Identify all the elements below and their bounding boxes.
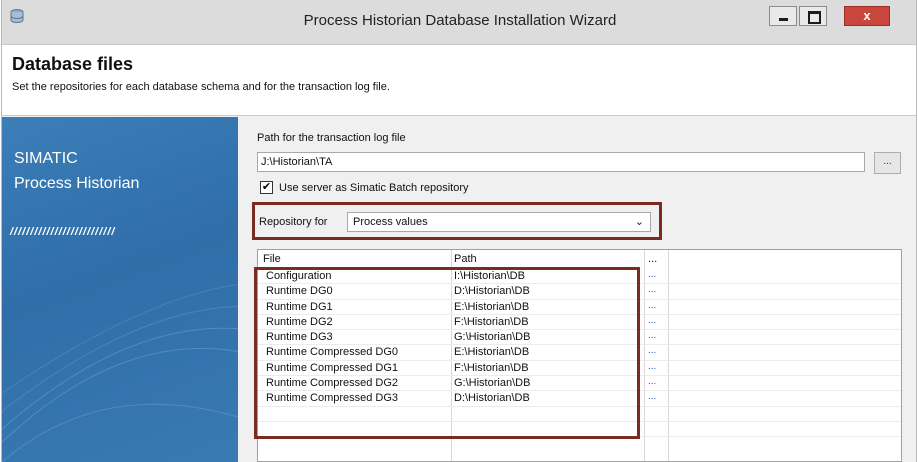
minimize-button[interactable] xyxy=(769,6,797,26)
browse-link[interactable]: ... xyxy=(648,300,656,311)
database-icon xyxy=(10,9,24,23)
column-header-file[interactable]: File xyxy=(263,253,281,265)
page-title: Database files xyxy=(12,54,134,74)
log-path-input[interactable]: J:\Historian\TA xyxy=(257,152,865,172)
repository-select-value: Process values xyxy=(353,216,428,228)
repository-label: Repository for xyxy=(259,216,328,228)
installation-wizard-window: Process Historian Database Installation … xyxy=(1,0,917,462)
brand-stripes: ////////////////////////// xyxy=(10,226,116,238)
maximize-icon xyxy=(808,11,821,24)
column-header-action[interactable]: ... xyxy=(648,253,657,265)
browse-link[interactable]: ... xyxy=(648,391,656,402)
maximize-button[interactable] xyxy=(799,6,827,26)
chevron-down-icon[interactable]: ⌄ xyxy=(635,213,644,231)
brand-background-curves xyxy=(2,283,238,462)
brand-product-name: Process Historian xyxy=(14,175,140,192)
repository-select[interactable]: Process values ⌄ xyxy=(347,212,651,232)
minimize-icon xyxy=(779,18,788,21)
batch-repository-label: Use server as Simatic Batch repository xyxy=(279,182,469,194)
wizard-header: Database files Set the repositories for … xyxy=(2,45,916,116)
log-path-label: Path for the transaction log file xyxy=(257,132,406,144)
page-subtitle: Set the repositories for each database s… xyxy=(12,81,390,93)
browse-button[interactable]: ... xyxy=(874,152,901,174)
browse-link[interactable]: ... xyxy=(648,315,656,326)
brand-simatic: SIMATIC xyxy=(14,150,78,167)
browse-link[interactable]: ... xyxy=(648,269,656,280)
browse-link[interactable]: ... xyxy=(648,330,656,341)
brand-panel: SIMATIC Process Historian //////////////… xyxy=(2,117,238,462)
close-icon: x xyxy=(863,8,871,23)
browse-link[interactable]: ... xyxy=(648,345,656,356)
checkmark-icon: ✔ xyxy=(261,181,272,193)
title-bar[interactable]: Process Historian Database Installation … xyxy=(2,0,916,45)
browse-link[interactable]: ... xyxy=(648,284,656,295)
close-button[interactable]: x xyxy=(844,6,890,26)
batch-repository-checkbox[interactable]: ✔ xyxy=(260,181,273,194)
window-title: Process Historian Database Installation … xyxy=(303,12,617,29)
browse-link[interactable]: ... xyxy=(648,376,656,387)
grid-header: File Path ... xyxy=(258,250,901,268)
column-header-path[interactable]: Path xyxy=(454,253,477,265)
browse-link[interactable]: ... xyxy=(648,361,656,372)
grid-highlight-box xyxy=(254,267,640,439)
